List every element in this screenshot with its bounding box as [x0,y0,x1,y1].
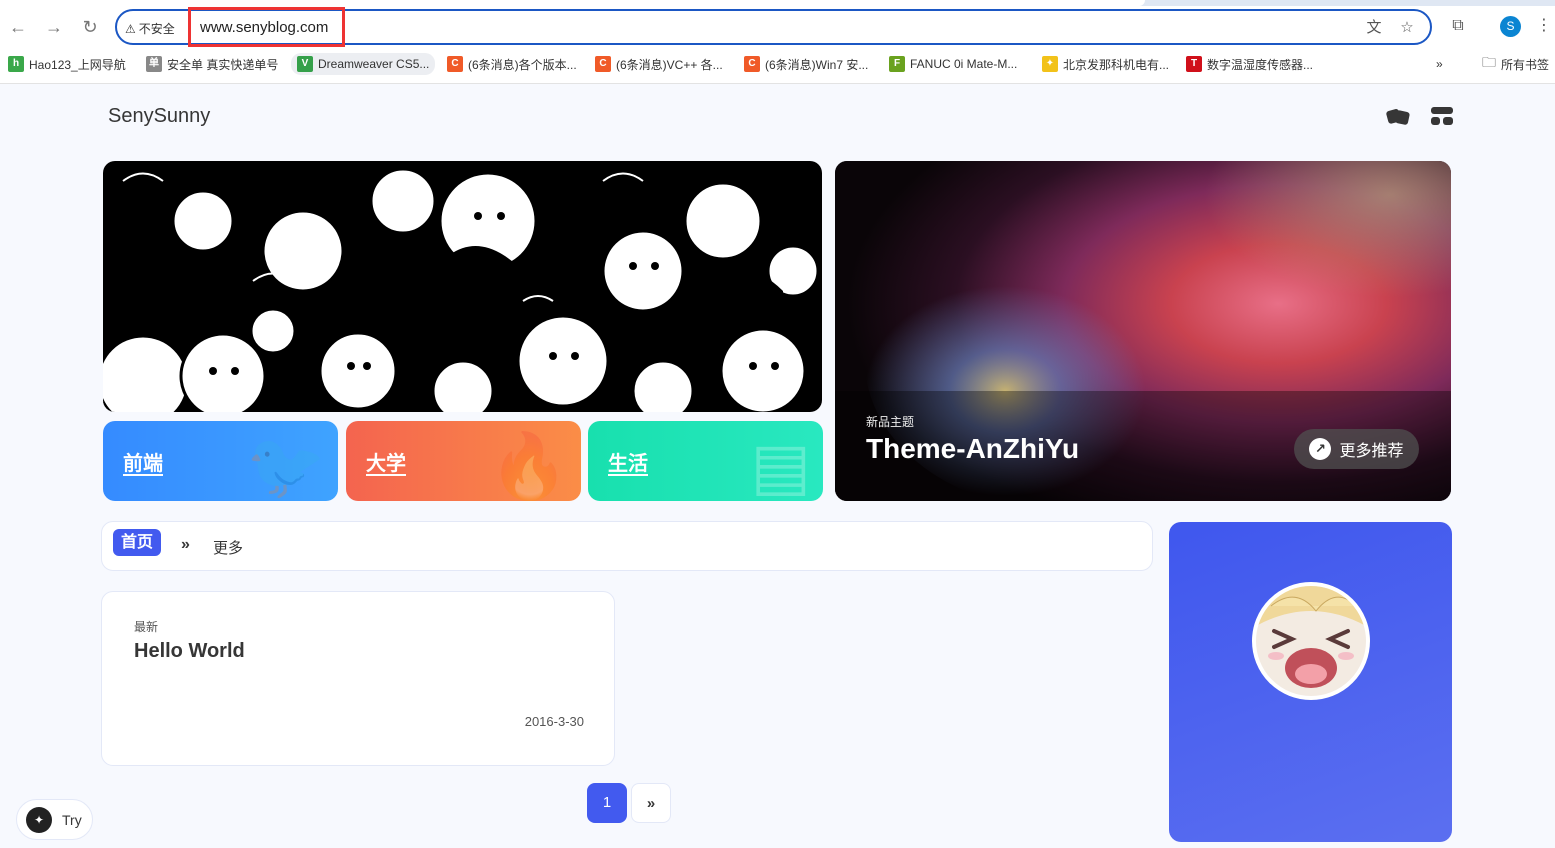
bookmark-star-icon[interactable]: ☆ [1397,18,1417,38]
page-content: SenySunny 前端 🐦 大学 🔥 生活 ▤ 新品主题 Theme-AnZh… [0,85,1555,848]
bookmark-item[interactable]: C (6条消息)Win7 安... [744,53,868,75]
bookmark-label: FANUC 0i Mate-M... [910,57,1018,71]
profile-avatar[interactable]: S [1500,16,1521,37]
bookmark-item[interactable]: 单安全单 真实快递单号 [146,53,278,75]
bookmark-label: (6条消息)Win7 安... [765,57,869,72]
favicon-icon: 单 [146,56,162,72]
category-frontend[interactable]: 前端 🐦 [103,421,338,501]
security-indicator[interactable]: ⚠ 不安全 [125,20,175,37]
try-label: Try [62,811,82,828]
category-label: 大学 [366,453,406,475]
tab-home[interactable]: 首页 [113,529,161,556]
folder-icon: 🗀 [1482,54,1496,70]
back-icon[interactable]: ← [7,16,29,38]
next-page-icon[interactable]: » [631,783,671,823]
favicon-icon: ✦ [1042,56,1058,72]
menu-grid-icon[interactable] [1429,105,1455,127]
favicon-icon: F [889,56,905,72]
bookmark-item[interactable]: h Hao123_上网导航 [8,53,126,75]
warning-icon: ⚠ [125,21,136,36]
random-post-icon[interactable] [1385,105,1411,127]
bookmark-label: 北京发那科机电有... [1063,57,1170,72]
post-date: 2016-3-30 [524,714,584,729]
favicon-icon: C [595,56,611,72]
security-label: 不安全 [138,22,175,36]
menu-kebab-icon[interactable]: ⋮ [1533,15,1555,37]
forward-icon[interactable]: → [43,16,65,38]
translate-icon[interactable]: 文 [1364,18,1384,38]
author-avatar[interactable] [1252,582,1370,700]
feature-tag: 新品主题 [866,415,915,429]
fire-icon: 🔥 [489,430,569,501]
bookmark-item[interactable]: ✦ 北京发那科机电有... [1042,53,1169,75]
category-label: 前端 [123,453,163,475]
page-1-button[interactable]: 1 [587,783,627,823]
bookmark-label: 安全单 真实快递单号 [167,57,279,72]
tab-strip [0,0,1555,6]
bookmarks-overflow-icon[interactable]: » [1436,53,1443,75]
author-card [1169,522,1452,842]
site-brand[interactable]: SenySunny [108,105,210,128]
favicon-icon: C [447,56,463,72]
favicon-icon: V [297,56,313,72]
bookmark-label: (6条消息)各个版本... [468,57,577,72]
category-label: 生活 [608,453,648,475]
active-tab[interactable] [0,0,1145,6]
bookmark-label: Dreamweaver CS5... [318,57,430,71]
category-tab-bar: 首页 » 更多 [101,521,1153,571]
all-bookmarks-label: 所有书签 [1501,57,1550,72]
bookmark-label: (6条消息)VC++ 各... [616,57,723,72]
browser-chrome: ← → ↻ ⚠ 不安全 www.senyblog.com 文 ☆ ⧉ S ⋮ h… [0,0,1555,84]
post-tag: 最新 [134,620,159,634]
all-bookmarks[interactable]: 🗀 所有书签 [1482,53,1549,75]
more-recommend-label: 更多推荐 [1339,443,1404,460]
address-bar[interactable]: ⚠ 不安全 www.senyblog.com 文 ☆ [115,7,1432,47]
extensions-icon[interactable]: ⧉ [1447,15,1469,37]
more-recommend-button[interactable]: ↗ 更多推荐 [1294,429,1419,469]
feature-title[interactable]: Theme-AnZhiYu [866,433,1079,465]
post-card[interactable]: 最新 Hello World 2016-3-30 [101,591,615,766]
book-icon: ▤ [750,430,811,501]
post-title[interactable]: Hello World [134,640,245,663]
favicon-icon: C [744,56,760,72]
category-university[interactable]: 大学 🔥 [346,421,581,501]
category-life[interactable]: 生活 ▤ [588,421,823,501]
banner-illustration[interactable] [103,161,822,412]
bird-icon: 🐦 [246,430,326,501]
feature-card[interactable]: 新品主题 Theme-AnZhiYu ↗ 更多推荐 [835,161,1451,501]
try-widget[interactable]: ✦ Try [16,799,93,840]
chevrons-right-icon[interactable]: » [181,536,190,554]
bookmark-item[interactable]: C (6条消息)VC++ 各... [595,53,723,75]
bookmark-item[interactable]: F FANUC 0i Mate-M... [889,53,1017,75]
bookmark-label: Hao123_上网导航 [29,57,126,72]
arrow-up-right-icon: ↗ [1309,438,1332,460]
url-text[interactable]: www.senyblog.com [200,19,328,36]
bookmark-item[interactable]: C (6条消息)各个版本... [447,53,577,75]
bookmark-item[interactable]: V Dreamweaver CS5... [291,53,436,75]
reload-icon[interactable]: ↻ [79,16,101,38]
tab-more[interactable]: 更多 [213,537,243,558]
bookmark-item[interactable]: T 数字温湿度传感器... [1186,53,1313,75]
favicon-icon: h [8,56,24,72]
favicon-icon: T [1186,56,1202,72]
bookmark-label: 数字温湿度传感器... [1207,57,1314,72]
bird-logo-icon: ✦ [26,806,52,833]
